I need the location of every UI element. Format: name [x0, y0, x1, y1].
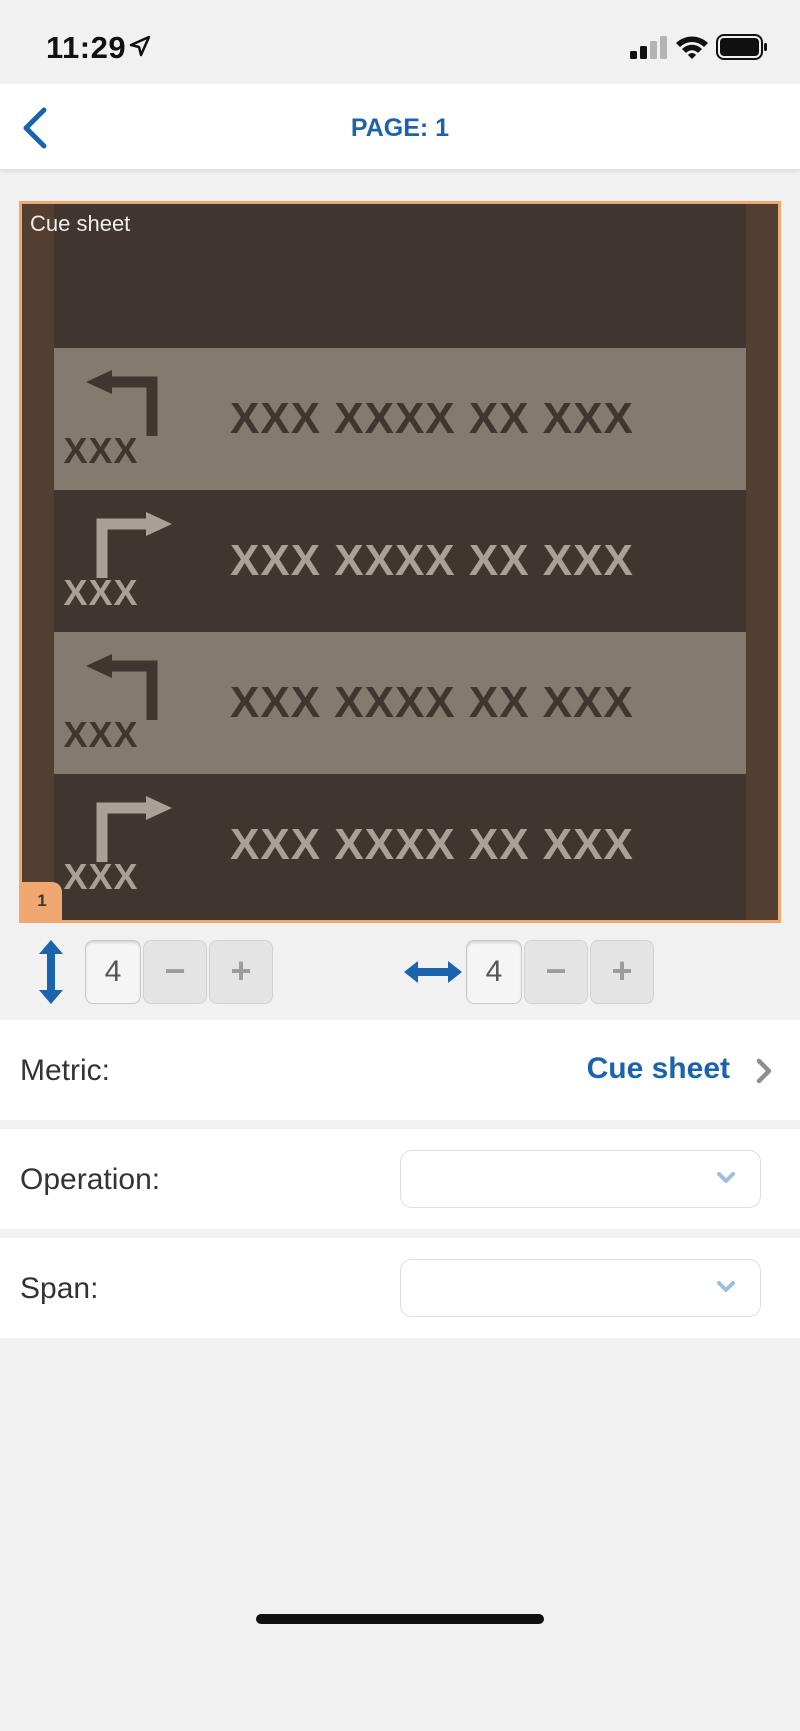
page-number-badge: 1 — [22, 882, 62, 920]
span-select[interactable] — [400, 1259, 761, 1317]
turn-left-arrow-icon — [86, 654, 158, 720]
cue-instruction: XXX XXXX XX XXX — [230, 820, 634, 869]
location-arrow-icon — [129, 35, 151, 57]
cue-row: XXX XXX XXXX XX XXX — [54, 632, 746, 774]
turn-right-arrow-icon — [96, 512, 172, 578]
home-indicator[interactable] — [256, 1614, 544, 1624]
cue-row: XXX XXX XXXX XX XXX — [54, 774, 746, 916]
vertical-decrease-button[interactable]: − — [143, 940, 207, 1004]
span-row: Span: — [0, 1238, 800, 1338]
preview-left-margin — [22, 204, 54, 920]
operation-select[interactable] — [400, 1150, 761, 1208]
cue-row: XXX XXX XXXX XX XXX — [54, 490, 746, 632]
cue-distance: XXX — [63, 856, 139, 897]
metric-label: Metric: — [20, 1054, 110, 1087]
cue-instruction: XXX XXXX XX XXX — [230, 536, 634, 585]
preview-right-margin — [746, 204, 778, 920]
battery-icon — [716, 34, 767, 60]
cue-row: XXX XXX XXXX XX XXX — [54, 348, 746, 490]
turn-left-arrow-icon — [86, 370, 158, 436]
vertical-size-value[interactable]: 4 — [85, 940, 141, 1004]
span-label: Span: — [20, 1272, 99, 1305]
cue-instruction: XXX XXXX XX XXX — [230, 678, 634, 727]
vertical-resize-icon — [39, 940, 63, 1004]
metric-value[interactable]: Cue sheet — [587, 1052, 730, 1086]
operation-label: Operation: — [20, 1163, 161, 1196]
cue-distance: XXX — [63, 430, 139, 471]
chevron-down-icon — [717, 1281, 735, 1292]
horizontal-size-value[interactable]: 4 — [466, 940, 522, 1004]
page-title: PAGE: 1 — [350, 114, 450, 142]
preview-title: Cue sheet — [30, 211, 131, 236]
horizontal-decrease-button[interactable]: − — [524, 940, 588, 1004]
horizontal-resize-icon — [404, 961, 462, 983]
status-bar: 11:29 — [0, 0, 800, 84]
chevron-down-icon — [717, 1172, 735, 1183]
vertical-increase-button[interactable]: + — [209, 940, 273, 1004]
metric-row[interactable]: Metric: Cue sheet — [0, 1020, 800, 1120]
cue-distance: XXX — [63, 714, 139, 755]
cellular-signal-icon — [630, 36, 667, 59]
nav-bar: PAGE: 1 — [0, 84, 800, 170]
wifi-icon — [676, 36, 708, 59]
size-steppers: 4 − + 4 − + — [0, 932, 800, 1012]
cue-instruction: XXX XXXX XX XXX — [230, 394, 634, 443]
operation-row: Operation: — [0, 1129, 800, 1229]
cue-distance: XXX — [63, 572, 139, 613]
horizontal-increase-button[interactable]: + — [590, 940, 654, 1004]
turn-right-arrow-icon — [96, 796, 172, 862]
chevron-right-icon — [756, 1058, 772, 1084]
status-time: 11:29 — [46, 30, 127, 65]
cue-sheet-preview[interactable]: Cue sheet XXX XXX XXXX XX XXX XXX XXX XX… — [19, 201, 781, 923]
